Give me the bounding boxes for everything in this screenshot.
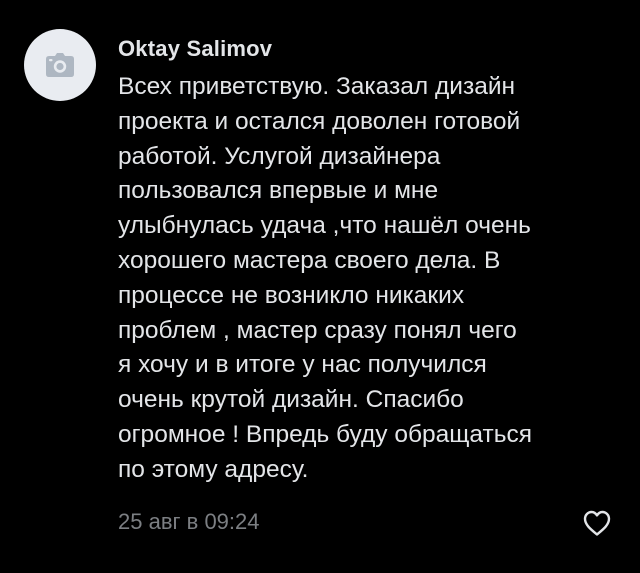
comment-text-line: хорошего мастера своего дела. В [118, 246, 501, 274]
comment-text: Всех приветствую. Заказал дизайн проекта… [118, 70, 623, 488]
avatar[interactable] [24, 29, 96, 101]
comment-text-line: проекта и остался доволен готовой [118, 107, 521, 135]
comment-author[interactable]: Oktay Salimov [118, 36, 272, 62]
like-button[interactable] [581, 508, 613, 538]
comment-text-line: улыбнулась удача ,что нашёл очень [118, 212, 531, 240]
comment-text-line: пользовался впервые и мне [118, 177, 439, 205]
comment-date[interactable]: 25 авг в 09:24 [118, 508, 260, 536]
comment-text-line: Всех приветствую. Заказал дизайн [118, 73, 516, 100]
comment-text-line: огромное ! Впредь буду обращаться [118, 420, 532, 448]
comment-text-line: очень крутой дизайн. Спасибо [118, 386, 464, 414]
comment-text-line: работой. Услугой дизайнера [118, 142, 441, 170]
comment: Oktay Salimov Всех приветствую. Заказал … [0, 0, 640, 573]
comment-text-line: проблем , мастер сразу понял чего [118, 316, 517, 344]
comment-text-line: по этому адресу. [118, 455, 309, 483]
comment-text-line: я хочу и в итоге у нас получился [118, 351, 487, 379]
camera-icon [46, 53, 74, 77]
heart-outline-icon [583, 510, 611, 536]
comment-text-line: процессе не возникло никаких [118, 281, 465, 309]
